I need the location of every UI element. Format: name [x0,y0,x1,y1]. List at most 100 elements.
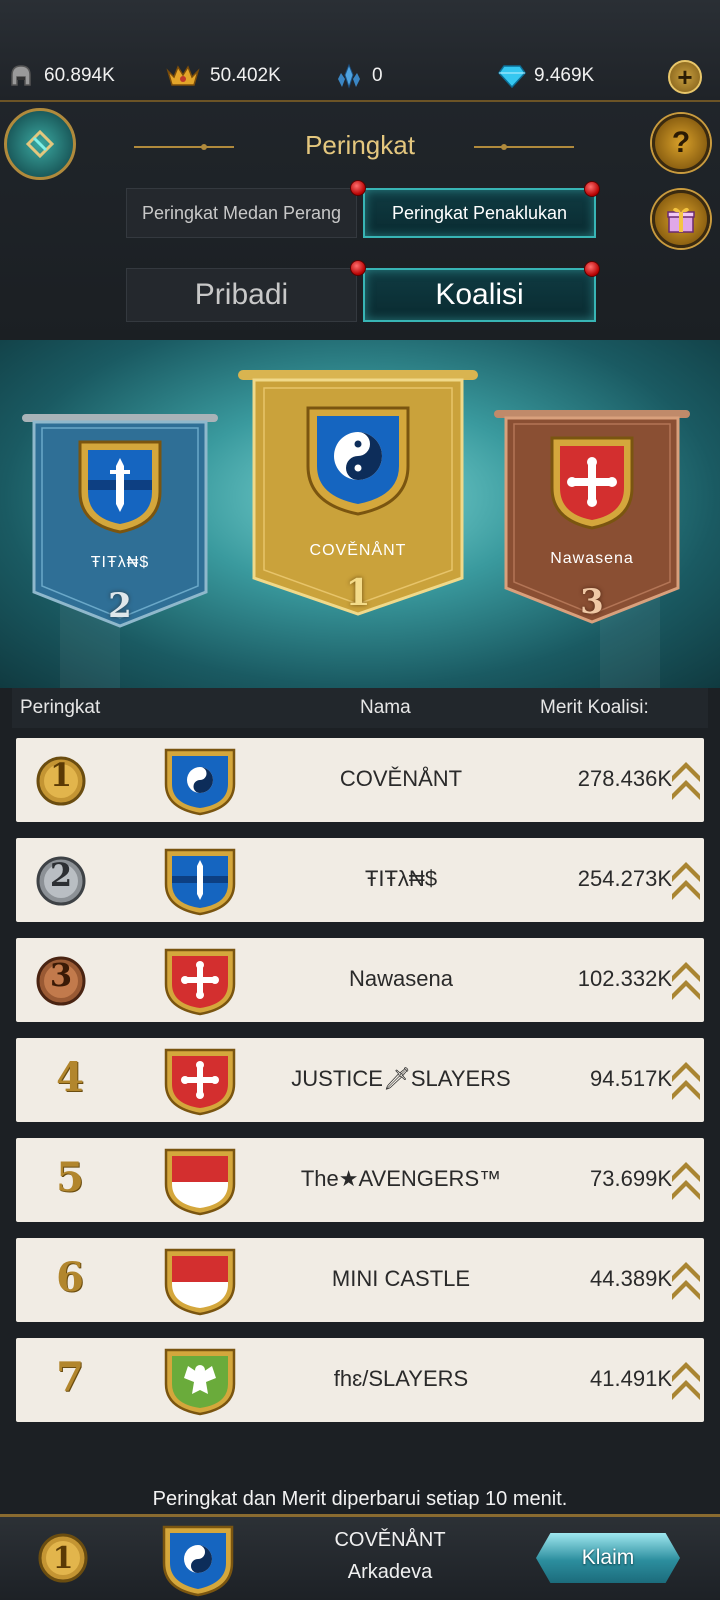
row-rank: 7 [56,1354,84,1401]
resource-crystal-value: 0 [372,65,383,86]
column-header-rank: Peringkat [20,697,101,718]
resource-gold-value: 50.402K [210,65,281,86]
cross-fleury-icon [164,1048,236,1116]
double-chevron-up-icon[interactable] [670,1358,702,1402]
table-row[interactable]: 1 COVĚNÅNT 278.436K [16,738,704,822]
row-merit: 102.332K [577,966,672,991]
row-rank: 4 [56,1054,84,1101]
gold-crown-icon [166,63,200,89]
resource-helmet-value: 60.894K [44,65,115,86]
column-header-name: Nama [360,697,411,718]
ranking-scope-tabs: Pribadi Koalisi [126,261,600,322]
helmet-icon [8,63,34,89]
podium-second[interactable]: ŦIŦλ₦$ 2 [22,414,218,634]
table-row[interactable]: 3 Nawasena 102.332K [16,938,704,1022]
row-name: COVĚNÅNT [339,766,463,791]
crystal-icon [336,63,362,89]
question-icon: ? [671,126,691,159]
yin-yang-icon [162,1525,234,1597]
tab-peringkat-medan-perang[interactable]: Peringkat Medan Perang [126,188,357,238]
double-chevron-up-icon[interactable] [670,958,702,1002]
page-title: Peringkat [305,130,415,160]
claim-button-label: Klaim [581,1546,635,1569]
notification-dot [350,260,366,276]
yin-yang-icon [306,406,410,516]
double-chevron-up-icon[interactable] [670,1058,702,1102]
row-merit: 278.436K [577,766,672,791]
podium-second-name: ŦIŦλ₦$ [90,554,150,571]
red-white-flag-icon [164,1248,236,1316]
my-player-name: Arkadeva [347,1561,433,1583]
yin-yang-icon [164,748,236,816]
tab-label: Pribadi [194,278,289,311]
add-resource-button[interactable]: + [668,60,702,94]
claim-button[interactable]: Klaim [536,1533,680,1583]
double-chevron-up-icon[interactable] [670,1158,702,1202]
tab-pribadi[interactable]: Pribadi [126,268,357,322]
table-row[interactable]: 2 ŦIŦλ₦$ 254.273K [16,838,704,922]
column-header-merit: Merit Koalisi: [540,697,649,718]
notification-dot [584,261,600,277]
resource-diamond[interactable]: 9.469K [498,62,594,90]
my-coalition-bar: 1 COVĚNÅNT Arkadeva Klaim [0,1514,720,1600]
double-chevron-up-icon[interactable] [670,758,702,802]
table-row[interactable]: 6 MINI CASTLE 44.389K [16,1238,704,1322]
sword-icon [78,440,162,534]
podium-third-name: Nawasena [550,550,634,567]
gift-icon [667,207,695,233]
podium-third-rank: 3 [580,582,604,622]
notification-dot [584,181,600,197]
podium-third[interactable]: Nawasena 3 [494,410,690,630]
row-merit: 41.491K [590,1366,672,1391]
row-rank: 3 [49,956,73,994]
podium-first[interactable]: COVĚNÅNT 1 [238,370,478,620]
my-coalition-name: COVĚNÅNT [334,1529,446,1551]
row-merit: 94.517K [590,1066,672,1091]
row-name: fhɛ/SLAYERS [333,1366,469,1391]
diamond-icon [498,63,526,89]
ranking-header: Peringkat ? Peringkat Medan Perang Perin… [0,100,720,340]
top-three-podium: ŦIŦλ₦$ 2 COVĚNÅNT 1 Nawasena 3 [0,340,720,688]
double-chevron-up-icon[interactable] [670,858,702,902]
tab-label: Koalisi [435,278,524,311]
tab-label: Peringkat Penaklukan [391,202,568,223]
eagle-icon [164,1348,236,1416]
resource-crystal[interactable]: 0 [336,62,383,90]
tab-koalisi[interactable]: Koalisi [363,261,600,322]
reward-gift-button[interactable] [652,190,710,248]
ranking-category-tabs: Peringkat Medan Perang Peringkat Penaklu… [126,181,600,238]
row-rank: 5 [56,1154,84,1201]
double-chevron-up-icon[interactable] [670,1258,702,1302]
tab-label: Peringkat Medan Perang [141,202,342,223]
plus-icon: + [677,61,693,92]
row-rank: 1 [49,756,73,794]
row-name: The★AVENGERS™ [300,1166,502,1191]
cross-fleury-icon [164,948,236,1016]
notification-dot [350,180,366,196]
tab-peringkat-penaklukan[interactable]: Peringkat Penaklukan [363,181,600,238]
update-notice: Peringkat dan Merit diperbarui setiap 10… [152,1488,568,1510]
cross-fleury-icon [550,436,634,530]
table-row[interactable]: 7 fhɛ/SLAYERS 41.491K [16,1338,704,1422]
title-ornament-right [474,144,574,150]
ranking-table-header: Peringkat Nama Merit Koalisi: [12,688,708,728]
table-row[interactable]: 5 The★AVENGERS™ 73.699K [16,1138,704,1222]
row-rank: 6 [56,1254,84,1301]
help-button[interactable]: ? [652,114,710,172]
row-rank: 2 [49,856,73,894]
row-merit: 254.273K [577,866,672,891]
podium-second-rank: 2 [108,586,132,626]
podium-first-rank: 1 [345,572,371,614]
row-name: JUSTICE🗡SLAYERS [291,1066,511,1091]
row-merit: 44.389K [590,1266,672,1291]
row-name: ŦIŦλ₦$ [364,866,438,891]
row-name: Nawasena [349,966,453,991]
resource-diamond-value: 9.469K [534,65,595,86]
resource-helmet[interactable]: 60.894K [8,62,115,90]
my-rank: 1 [52,1541,74,1576]
row-name: MINI CASTLE [331,1266,471,1291]
resource-gold[interactable]: 50.402K [166,62,281,90]
resource-bar: 60.894K 50.402K 0 9.469K + [0,0,720,100]
sword-icon [164,848,236,916]
table-row[interactable]: 4 JUSTICE🗡SLAYERS 94.517K [16,1038,704,1122]
